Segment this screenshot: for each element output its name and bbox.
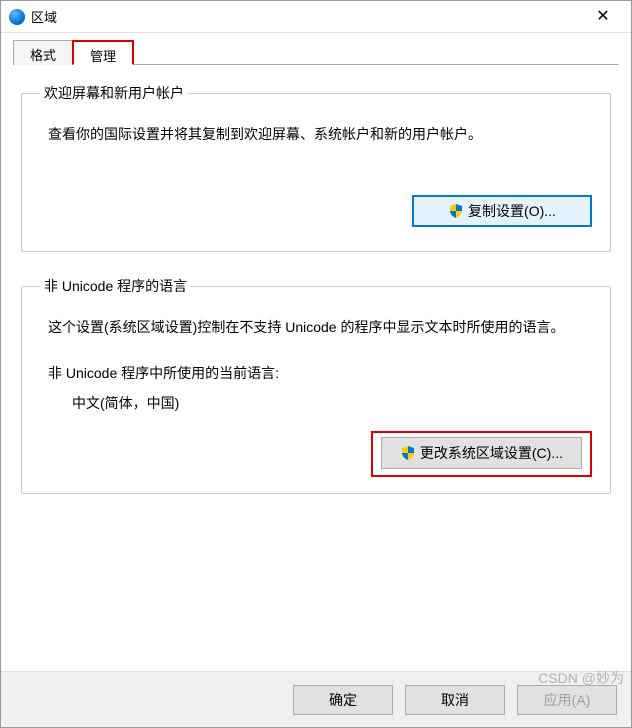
tab-label: 格式 — [30, 48, 56, 63]
tabs: 格式 管理 — [13, 39, 619, 65]
shield-icon — [448, 203, 464, 219]
close-icon[interactable]: ✕ — [583, 3, 623, 31]
titlebar: 区域 ✕ — [1, 1, 631, 33]
change-locale-label: 更改系统区域设置(C)... — [420, 443, 563, 463]
shield-icon — [400, 445, 416, 461]
change-locale-highlight: 更改系统区域设置(C)... — [371, 431, 592, 477]
welcome-button-row: 复制设置(O)... — [40, 195, 592, 227]
content-area: 格式 管理 欢迎屏幕和新用户帐户 查看你的国际设置并将其复制到欢迎屏幕、系统帐户… — [1, 33, 631, 671]
welcome-legend: 欢迎屏幕和新用户帐户 — [40, 83, 188, 103]
nonunicode-legend: 非 Unicode 程序的语言 — [40, 276, 191, 296]
globe-icon — [9, 9, 25, 25]
nonunicode-desc: 这个设置(系统区域设置)控制在不支持 Unicode 的程序中显示文本时所使用的… — [48, 316, 592, 338]
tab-label: 管理 — [90, 49, 116, 64]
tab-admin[interactable]: 管理 — [72, 40, 134, 65]
ok-button[interactable]: 确定 — [293, 685, 393, 715]
region-dialog: 区域 ✕ 格式 管理 欢迎屏幕和新用户帐户 查看你的国际设置并将其复制到欢迎屏幕… — [0, 0, 632, 728]
welcome-desc: 查看你的国际设置并将其复制到欢迎屏幕、系统帐户和新的用户帐户。 — [48, 123, 592, 145]
copy-settings-button[interactable]: 复制设置(O)... — [412, 195, 592, 227]
dialog-footer: 确定 取消 应用(A) — [1, 671, 631, 727]
titlebar-title: 区域 — [31, 7, 583, 26]
nonunicode-group: 非 Unicode 程序的语言 这个设置(系统区域设置)控制在不支持 Unico… — [21, 276, 611, 493]
cancel-button[interactable]: 取消 — [405, 685, 505, 715]
apply-button[interactable]: 应用(A) — [517, 685, 617, 715]
current-locale-label: 非 Unicode 程序中所使用的当前语言: — [48, 363, 592, 383]
welcome-group: 欢迎屏幕和新用户帐户 查看你的国际设置并将其复制到欢迎屏幕、系统帐户和新的用户帐… — [21, 83, 611, 252]
nonunicode-button-row: 更改系统区域设置(C)... — [40, 431, 592, 477]
tab-format[interactable]: 格式 — [13, 40, 73, 65]
change-locale-button[interactable]: 更改系统区域设置(C)... — [381, 437, 582, 469]
tab-content-admin: 欢迎屏幕和新用户帐户 查看你的国际设置并将其复制到欢迎屏幕、系统帐户和新的用户帐… — [13, 65, 619, 671]
copy-settings-label: 复制设置(O)... — [468, 201, 556, 221]
current-locale-value: 中文(简体，中国) — [72, 393, 592, 413]
